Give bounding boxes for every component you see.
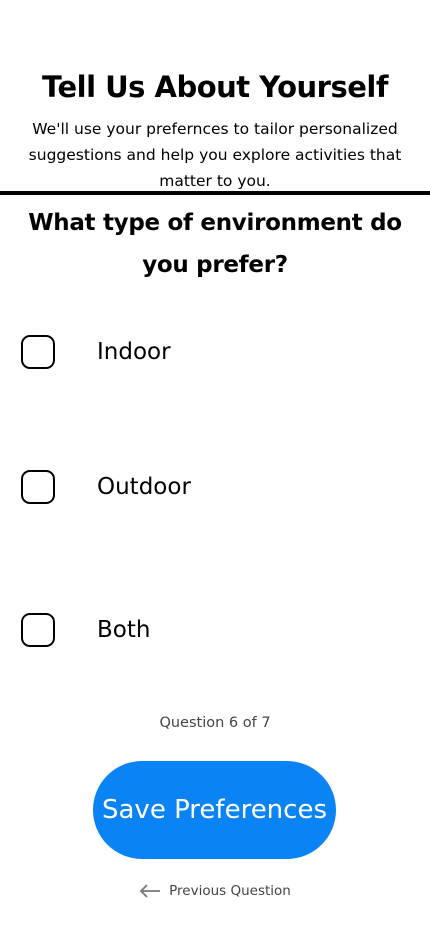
previous-question-label: Previous Question xyxy=(169,883,291,899)
checkbox[interactable] xyxy=(21,470,55,504)
previous-question-link[interactable]: Previous Question xyxy=(0,883,430,899)
checkbox[interactable] xyxy=(21,613,55,647)
divider xyxy=(0,191,430,195)
checkbox[interactable] xyxy=(21,335,55,369)
option-both[interactable]: Both xyxy=(21,613,150,647)
option-label: Outdoor xyxy=(97,474,191,500)
option-indoor[interactable]: Indoor xyxy=(21,335,171,369)
option-label: Both xyxy=(97,617,151,643)
arrow-left-icon xyxy=(139,884,161,898)
option-outdoor[interactable]: Outdoor xyxy=(21,470,191,504)
page-title: Tell Us About Yourself xyxy=(42,70,388,104)
question-text: What type of environment do you prefer? xyxy=(28,210,402,278)
page-subtitle: We'll use your prefernces to tailor pers… xyxy=(28,120,402,190)
question-progress: Question 6 of 7 xyxy=(159,715,271,731)
option-label: Indoor xyxy=(97,339,171,365)
save-preferences-button[interactable]: Save Preferences xyxy=(93,761,336,859)
